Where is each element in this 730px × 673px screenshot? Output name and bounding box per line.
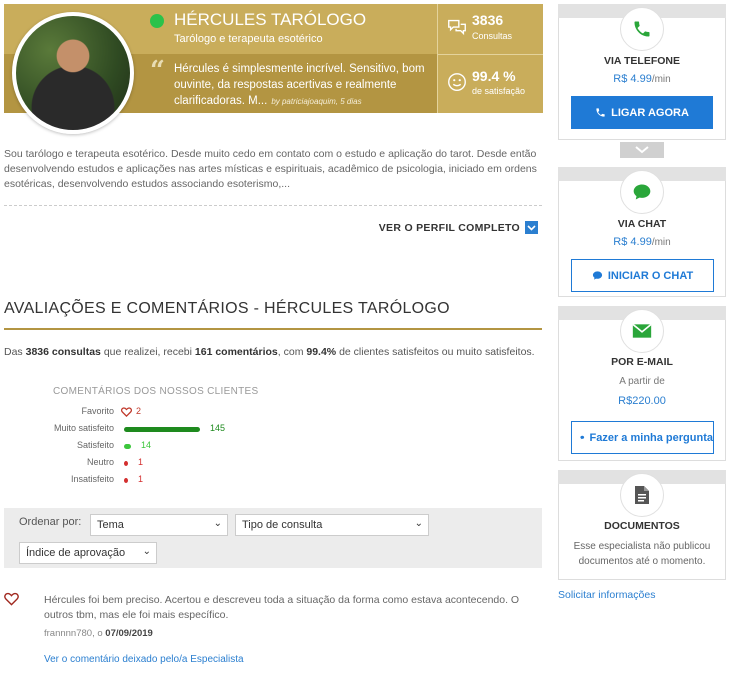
chat-bubbles-icon	[448, 19, 466, 36]
chart-category-label: Neutro	[86, 457, 114, 467]
comment-text: Hércules foi bem preciso. Acertou e desc…	[44, 594, 520, 621]
email-from-label: A partir de	[619, 376, 665, 387]
ask-question-button[interactable]: Fazer a minha pergunta	[571, 421, 714, 454]
section-underline	[4, 328, 542, 330]
chat-price: R$ 4.99/min	[613, 236, 671, 248]
chart-row: Favorito 2	[0, 405, 300, 419]
consultas-label: Consultas	[472, 31, 513, 41]
phone-title: VIA TELEFONE	[603, 55, 681, 67]
chart-category-label: Muito satisfeito	[53, 423, 114, 433]
featured-review: Hércules é simplesmente incrível. Sensit…	[174, 61, 434, 110]
chart-heart-mark	[121, 407, 132, 417]
email-price: R$220.00	[618, 395, 666, 407]
chart-value-label: 145	[210, 423, 226, 433]
chart-title: COMENTÁRIOS DOS NOSSOS CLIENTES	[53, 386, 259, 397]
satisfacao-stat: 99.4 % de satisfação	[437, 54, 543, 113]
reviews-title: AVALIAÇÕES E COMENTÁRIOS - HÉRCULES TARÓ…	[4, 300, 450, 317]
documents-text: Esse especialista não publicou documento…	[573, 541, 711, 567]
reviews-summary: Das 3836 consultas que realizei, recebi …	[4, 346, 535, 358]
chat-title: VIA CHAT	[617, 218, 667, 230]
chevron-down-icon: ⌄	[142, 546, 151, 557]
documents-title: DOCUMENTOS	[604, 520, 680, 532]
heart-icon	[4, 592, 19, 606]
email-title: POR E-MAIL	[611, 356, 673, 368]
chart-bar	[124, 478, 128, 483]
start-chat-button[interactable]: INICIAR O CHAT	[571, 259, 714, 292]
chart-bar	[124, 427, 200, 432]
chart-category-label: Insatisfeito	[70, 474, 114, 484]
featured-review-author: by patriciajoaquim, 5 dias	[271, 97, 362, 106]
chat-card: VIA CHAT R$ 4.99/min INICIAR O CHAT	[558, 167, 726, 297]
chat-bubble-icon	[620, 170, 664, 214]
chart-bar	[124, 461, 128, 466]
call-now-button[interactable]: LIGAR AGORA	[571, 96, 713, 129]
chat-bubble-icon	[580, 435, 585, 440]
quote-mark-icon: “	[150, 56, 165, 86]
document-icon	[620, 473, 664, 517]
chart-row: Muito satisfeito 145	[0, 422, 300, 436]
chart-category-label: Satisfeito	[76, 440, 114, 450]
consultas-stat: 3836 Consultas	[437, 4, 543, 54]
chart-bar	[124, 444, 131, 449]
consultas-count: 3836	[472, 12, 504, 28]
expert-name: HÉRCULES TARÓLOGO	[174, 10, 367, 29]
view-full-profile-link[interactable]: VER O PERFIL COMPLETO	[379, 221, 538, 234]
satisfacao-pct: 99.4 %	[472, 68, 516, 84]
chart-category-label: Favorito	[81, 406, 114, 416]
avatar	[12, 12, 134, 134]
smiley-icon	[448, 73, 466, 91]
chart-value-label: 1	[138, 457, 144, 467]
online-status-dot	[150, 14, 164, 28]
chart-value-label: 1	[138, 474, 144, 484]
email-card: POR E-MAIL A partir de R$220.00 Fazer a …	[558, 306, 726, 461]
divider	[4, 205, 542, 206]
comment-author: frannnn780	[44, 628, 93, 639]
see-expert-reply-link[interactable]: Ver o comentário deixado pelo/a Especial…	[44, 654, 244, 665]
comment-meta: frannnn780, o 07/09/2019	[44, 628, 153, 639]
expert-header: 3836 Consultas 99.4 % de satisfação HÉRC…	[4, 4, 543, 134]
sort-filter-bar: Ordenar por: Tema ⌄ Tipo de consulta ⌄ Índ…	[4, 508, 542, 568]
indice-aprovacao-select[interactable]: Índice de aprovação ⌄	[19, 542, 157, 564]
expert-subtitle: Tarólogo e terapeuta esotérico	[174, 33, 323, 45]
expand-chevron-button[interactable]	[620, 142, 664, 158]
chart-value-label: 2	[136, 406, 142, 416]
documents-card: DOCUMENTOS Esse especialista não publico…	[558, 470, 726, 580]
phone-price: R$ 4.99/min	[613, 73, 671, 85]
comment-date: 07/09/2019	[105, 628, 153, 639]
sort-label: Ordenar por:	[19, 516, 82, 528]
phone-card: VIA TELEFONE R$ 4.99/min LIGAR AGORA	[558, 4, 726, 140]
chevron-down-icon: ⌄	[414, 518, 423, 529]
tema-select[interactable]: Tema ⌄	[90, 514, 228, 536]
view-full-profile-label: VER O PERFIL COMPLETO	[378, 221, 520, 234]
chart-value-label: 14	[141, 440, 152, 450]
chevron-down-icon	[525, 221, 538, 234]
request-info-link[interactable]: Solicitar informações	[558, 589, 655, 601]
envelope-icon	[620, 309, 664, 353]
chart-row: Neutro 1	[0, 456, 300, 470]
chat-bubble-icon	[592, 271, 602, 280]
tipo-consulta-select[interactable]: Tipo de consulta ⌄	[235, 514, 429, 536]
chart-row: Insatisfeito 1	[0, 473, 300, 487]
chevron-down-icon: ⌄	[213, 518, 222, 529]
chart-row: Satisfeito 14	[0, 439, 300, 453]
phone-icon	[596, 108, 605, 117]
chevron-down-icon	[635, 146, 649, 154]
satisfacao-label: de satisfação	[472, 86, 526, 96]
expert-bio: Sou tarólogo e terapeuta esotérico. Desd…	[4, 148, 537, 190]
phone-icon	[620, 7, 664, 51]
